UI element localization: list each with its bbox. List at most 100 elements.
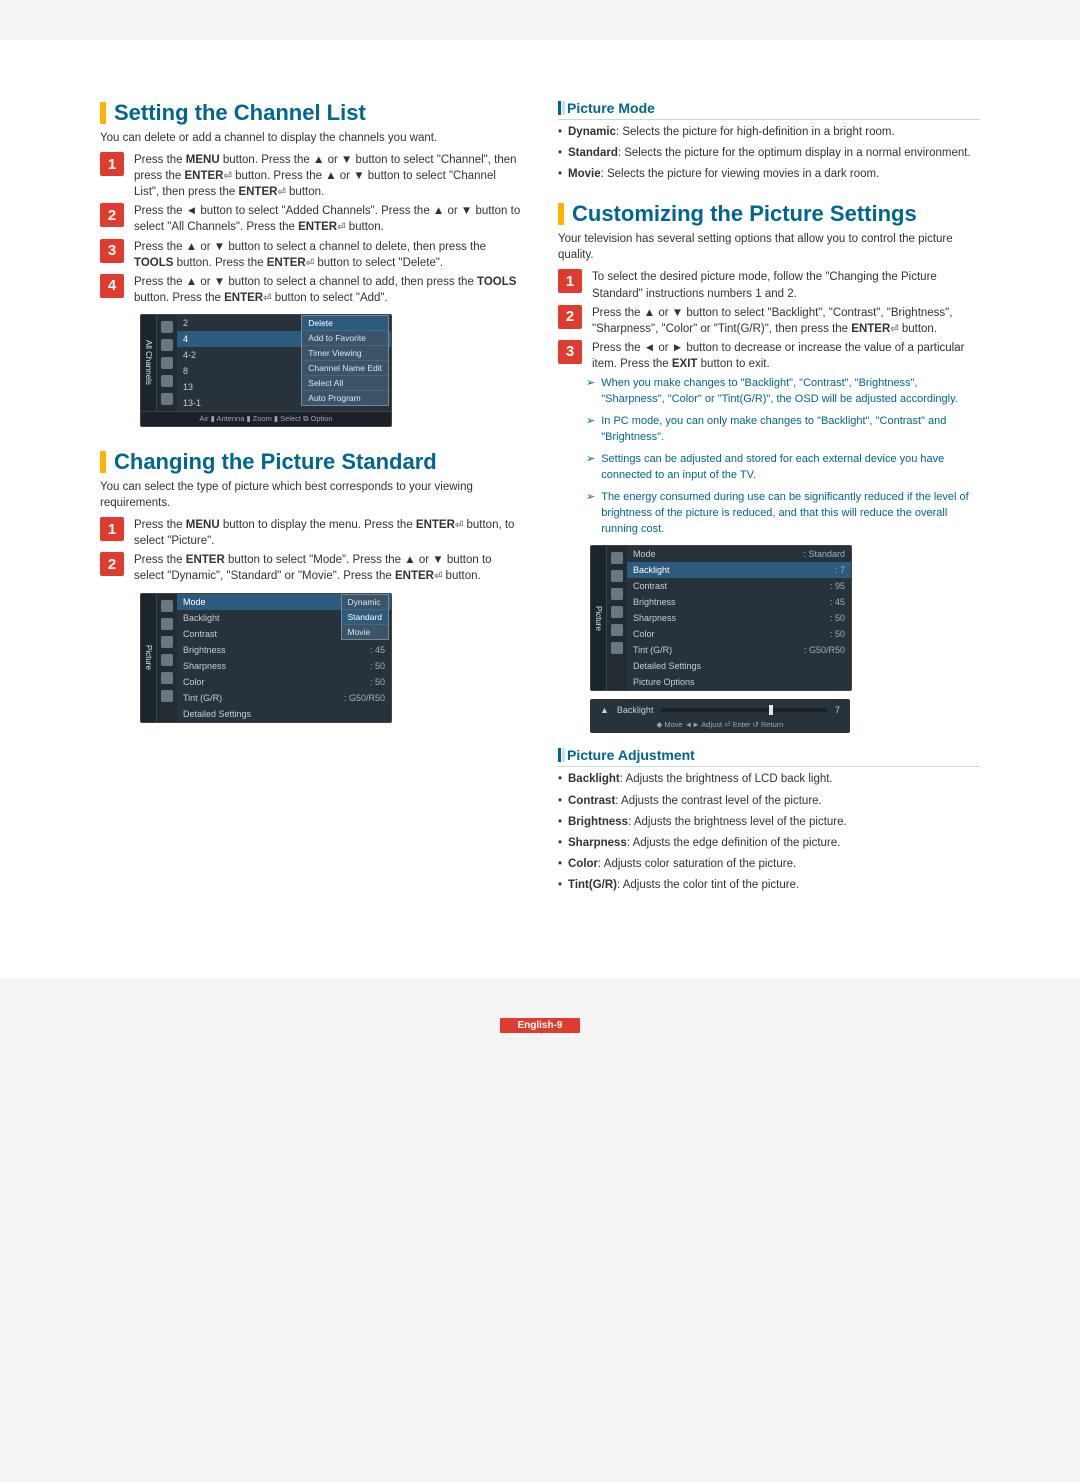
left-column: Setting the Channel List You can delete … [100,100,522,898]
slider-value: 7 [835,705,840,715]
osd-row: Tint (G/R): G50/R50 [177,690,391,706]
osd-side-tab: Picture [591,546,607,690]
step: 3 Press the ▲ or ▼ button to select a cha… [100,239,522,271]
step-text: Press the ▲ or ▼ button to select a chan… [134,274,522,306]
list-item: Contrast: Adjusts the contrast level of … [558,793,980,809]
osd-icon-column [607,546,627,690]
subsection-title: Picture Adjustment [558,747,980,767]
osd-row: Mode: Standard [627,546,851,562]
osd-icon-column [157,594,177,722]
osd-row: Color: 50 [627,626,851,642]
picture-mode-sub: Picture Mode Dynamic: Selects the pictur… [558,100,980,187]
osd-mode-popup: DynamicStandardMovie [341,594,390,640]
osd-icon-column [157,315,177,411]
popup-item: Channel Name Edit [302,361,388,376]
osd-channel-list: All Channels 2Air4Air4-2♥ TV #68Air13Air… [140,314,392,427]
step-number: 2 [100,552,124,576]
osd-footer: Air ▮ Antenna ▮ Zoom ▮ Select ⧉ Option [141,411,391,426]
picture-mode-list: Dynamic: Selects the picture for high-de… [558,124,980,182]
step-text: Press the MENU button to display the men… [134,517,522,549]
list-item: Tint(G/R): Adjusts the color tint of the… [558,877,980,893]
popup-item: Select All [302,376,388,391]
list-item: Movie: Selects the picture for viewing m… [558,166,980,182]
step: 3 Press the ◄ or ► button to decrease or … [558,340,980,372]
note: In PC mode, you can only make changes to… [586,414,980,446]
step: 1 To select the desired picture mode, fol… [558,269,980,301]
section-title: Customizing the Picture Settings [558,201,980,227]
notes-list: When you make changes to "Backlight", "C… [586,376,980,537]
section-intro: Your television has several setting opti… [558,231,980,263]
step-number: 4 [100,274,124,298]
step-number: 1 [100,152,124,176]
osd-row: Picture Options [627,674,851,690]
osd-picture-mode: Picture ModeBacklightContrastBrightness:… [140,593,392,723]
osd-row: Brightness: 45 [177,642,391,658]
step-number: 3 [558,340,582,364]
osd-context-menu: DeleteAdd to FavoriteTimer ViewingChanne… [301,315,389,406]
step-text: Press the ◄ button to select "Added Chan… [134,203,522,235]
step-number: 1 [100,517,124,541]
popup-item: Movie [342,625,389,639]
section-title: Setting the Channel List [100,100,522,126]
osd-row: Tint (G/R): G50/R50 [627,642,851,658]
osd-side-tab: All Channels [141,315,157,411]
section-intro: You can delete or add a channel to displ… [100,130,522,146]
popup-item: Auto Program [302,391,388,405]
popup-item: Timer Viewing [302,346,388,361]
note: When you make changes to "Backlight", "C… [586,376,980,408]
setting-channel-list: Setting the Channel List You can delete … [100,100,522,435]
popup-item: Dynamic [342,595,389,610]
popup-item: Add to Favorite [302,331,388,346]
step-number: 3 [100,239,124,263]
changing-picture-standard: Changing the Picture Standard You can se… [100,449,522,731]
step-text: Press the ▲ or ▼ button to select "Backl… [592,305,980,337]
list-item: Brightness: Adjusts the brightness level… [558,814,980,830]
step: 1 Press the MENU button. Press the ▲ or ▼… [100,152,522,200]
section-title: Changing the Picture Standard [100,449,522,475]
osd-row: Detailed Settings [627,658,851,674]
step-text: Press the ENTER button to select "Mode".… [134,552,522,584]
step-number: 2 [100,203,124,227]
step-text: Press the ◄ or ► button to decrease or i… [592,340,980,372]
osd-row: Backlight: 7 [627,562,851,578]
manual-page: Setting the Channel List You can delete … [0,40,1080,978]
step: 4 Press the ▲ or ▼ button to select a cha… [100,274,522,306]
popup-item: Delete [302,316,388,331]
picture-adjustment-list: Backlight: Adjusts the brightness of LCD… [558,771,980,893]
step: 2 Press the ENTER button to select "Mode"… [100,552,522,584]
osd-rows: ModeBacklightContrastBrightness: 45Sharp… [177,594,391,722]
slider-bar [661,708,827,712]
section-intro: You can select the type of picture which… [100,479,522,511]
osd-picture-settings: Picture Mode: StandardBacklight: 7Contra… [590,545,852,691]
step-number: 1 [558,269,582,293]
picture-adjustment-sub: Picture Adjustment Backlight: Adjusts th… [558,747,980,898]
note: The energy consumed during use can be si… [586,490,980,538]
osd-row: Detailed Settings [177,706,391,722]
step-number: 2 [558,305,582,329]
osd-row: Brightness: 45 [627,594,851,610]
list-item: Standard: Selects the picture for the op… [558,145,980,161]
osd-row: Sharpness: 50 [627,610,851,626]
list-item: Color: Adjusts color saturation of the p… [558,856,980,872]
list-item: Sharpness: Adjusts the edge definition o… [558,835,980,851]
subsection-title: Picture Mode [558,100,980,120]
page-number: English-9 [500,1018,580,1033]
step: 2 Press the ◄ button to select "Added Cha… [100,203,522,235]
osd-row: Sharpness: 50 [177,658,391,674]
step: 2 Press the ▲ or ▼ button to select "Back… [558,305,980,337]
list-item: Backlight: Adjusts the brightness of LCD… [558,771,980,787]
slider-footer: ◆ Move ◄► Adjust ⏎ Enter ↺ Return [590,717,850,729]
step-text: Press the MENU button. Press the ▲ or ▼ … [134,152,522,200]
osd-rows: Mode: StandardBacklight: 7Contrast: 95Br… [627,546,851,690]
note: Settings can be adjusted and stored for … [586,452,980,484]
osd-side-tab: Picture [141,594,157,722]
popup-item: Standard [342,610,389,625]
step: 1 Press the MENU button to display the me… [100,517,522,549]
step-text: To select the desired picture mode, foll… [592,269,980,301]
osd-row: Color: 50 [177,674,391,690]
list-item: Dynamic: Selects the picture for high-de… [558,124,980,140]
osd-rows: 2Air4Air4-2♥ TV #68Air13Air13-1♥ TV #3 A… [177,315,391,411]
step-text: Press the ▲ or ▼ button to select a chan… [134,239,522,271]
slider-label: Backlight [617,705,654,715]
right-column: Picture Mode Dynamic: Selects the pictur… [558,100,980,898]
